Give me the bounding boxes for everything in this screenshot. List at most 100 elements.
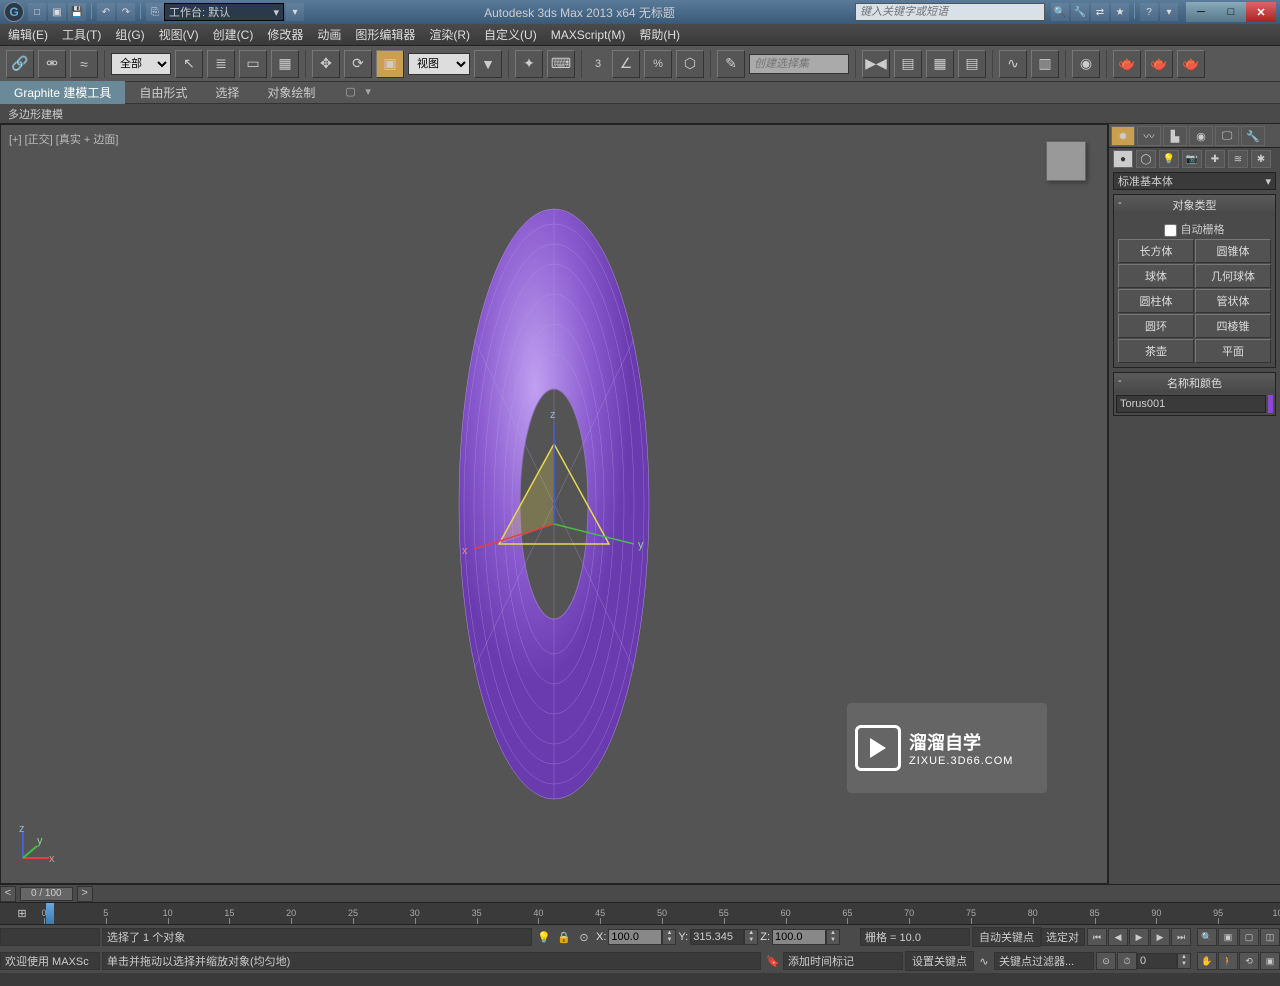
ref-coord-system[interactable]: 视图	[408, 53, 470, 75]
selected-key-label[interactable]: 选定对	[1041, 928, 1085, 946]
systems-icon[interactable]: ✱	[1251, 150, 1271, 168]
unlink-icon[interactable]: ⚮	[38, 50, 66, 78]
rollout-toggle-icon[interactable]: -	[1118, 375, 1122, 387]
object-name-input[interactable]	[1116, 395, 1266, 413]
cone-button[interactable]: 圆锥体	[1195, 239, 1271, 263]
modify-tab-icon[interactable]: 〰	[1137, 126, 1161, 146]
favorite-icon[interactable]: ★	[1111, 3, 1129, 21]
play-icon[interactable]: ▶	[1129, 928, 1149, 946]
mirror-icon[interactable]: ▶◀	[862, 50, 890, 78]
spacewarps-icon[interactable]: ≋	[1228, 150, 1248, 168]
rotate-icon[interactable]: ⟳	[344, 50, 372, 78]
edit-named-sets-icon[interactable]: ✎	[717, 50, 745, 78]
time-slider-handle[interactable]: 0 / 100	[20, 887, 73, 901]
workspace-more-icon[interactable]: ▾	[286, 3, 304, 21]
save-icon[interactable]: 💾	[68, 3, 86, 21]
nav-pan-icon[interactable]: ✋	[1197, 952, 1217, 970]
menu-tools[interactable]: 工具(T)	[62, 26, 101, 43]
nav-zoom-icon[interactable]: 🔍	[1197, 928, 1217, 946]
teapot-button[interactable]: 茶壶	[1118, 339, 1194, 363]
spinner-snap-icon[interactable]: ⬡	[676, 50, 704, 78]
lights-icon[interactable]: 💡	[1159, 150, 1179, 168]
select-object-icon[interactable]: ↖	[175, 50, 203, 78]
helpers-icon[interactable]: ✚	[1205, 150, 1225, 168]
menu-edit[interactable]: 编辑(E)	[8, 26, 48, 43]
next-frame-icon[interactable]: ▶	[1150, 928, 1170, 946]
select-by-name-icon[interactable]: ≣	[207, 50, 235, 78]
cameras-icon[interactable]: 📷	[1182, 150, 1202, 168]
search-input[interactable]	[855, 3, 1045, 21]
keyboard-shortcut-icon[interactable]: ⌨	[547, 50, 575, 78]
trackbar[interactable]: ⊞ 05101520253035404550556065707580859095…	[0, 902, 1280, 924]
key-filters-icon[interactable]: ∿	[974, 952, 994, 970]
display-tab-icon[interactable]: 🖵	[1215, 126, 1239, 146]
hierarchy-tab-icon[interactable]: ▙	[1163, 126, 1187, 146]
layer-manager-icon[interactable]: ▤	[958, 50, 986, 78]
nav-walk-icon[interactable]: 🚶	[1218, 952, 1238, 970]
viewport[interactable]: [+] [正交] [真实 + 边面]	[0, 124, 1108, 884]
goto-start-icon[interactable]: ⏮	[1087, 928, 1107, 946]
key-filters-button[interactable]: 关键点过滤器...	[994, 952, 1094, 970]
goto-end-icon[interactable]: ⏭	[1171, 928, 1191, 946]
color-swatch[interactable]	[1268, 395, 1273, 413]
wrench-icon[interactable]: 🔧	[1071, 3, 1089, 21]
trackbar-config-icon[interactable]: ⊞	[17, 907, 26, 920]
material-editor-icon[interactable]: ◉	[1072, 50, 1100, 78]
align-icon[interactable]: ▤	[894, 50, 922, 78]
scale-icon[interactable]: ▣	[376, 50, 404, 78]
bind-spacewarp-icon[interactable]: ≈	[70, 50, 98, 78]
schematic-view-icon[interactable]: ▥	[1031, 50, 1059, 78]
snap-toggle-icon[interactable]: 3	[588, 50, 608, 78]
ribbon-tab-graphite[interactable]: Graphite 建模工具	[0, 81, 125, 104]
undo-icon[interactable]: ↶	[97, 3, 115, 21]
autokey-button[interactable]: 自动关键点	[972, 927, 1041, 947]
binoculars-icon[interactable]: 🔍	[1051, 3, 1069, 21]
tube-button[interactable]: 管状体	[1195, 289, 1271, 313]
setkey-button[interactable]: 设置关键点	[905, 951, 974, 971]
menu-views[interactable]: 视图(V)	[159, 26, 199, 43]
window-close[interactable]: ✕	[1246, 2, 1276, 22]
exchange-icon[interactable]: ⇄	[1091, 3, 1109, 21]
menu-customize[interactable]: 自定义(U)	[484, 26, 537, 43]
time-slider-next[interactable]: >	[77, 886, 93, 902]
menu-maxscript[interactable]: MAXScript(M)	[551, 28, 626, 42]
open-icon[interactable]: ▣	[48, 3, 66, 21]
rect-region-icon[interactable]: ▭	[239, 50, 267, 78]
nav-fov-icon[interactable]: ◫	[1260, 928, 1280, 946]
render-setup-icon[interactable]: 🫖	[1113, 50, 1141, 78]
manipulate-icon[interactable]: ✦	[515, 50, 543, 78]
coord-z[interactable]	[772, 929, 826, 945]
selection-lock-icon[interactable]: 🔒	[554, 928, 574, 946]
pyramid-button[interactable]: 四棱锥	[1195, 314, 1271, 338]
lock-icon[interactable]: 💡	[534, 928, 554, 946]
ribbon-tab-paint[interactable]: 对象绘制	[253, 81, 329, 104]
window-minimize[interactable]: ─	[1186, 2, 1216, 22]
selection-filter[interactable]: 全部	[111, 53, 171, 75]
prev-frame-icon[interactable]: ◀	[1108, 928, 1128, 946]
key-mode-icon[interactable]: ⊙	[1096, 952, 1116, 970]
ribbon-tab-selection[interactable]: 选择	[201, 81, 253, 104]
ribbon-panel-polymodel[interactable]: 多边形建模	[0, 104, 1280, 124]
rendered-frame-icon[interactable]: 🫖	[1145, 50, 1173, 78]
coord-x[interactable]	[608, 929, 662, 945]
autogrid-checkbox[interactable]	[1164, 224, 1177, 237]
curve-editor-icon[interactable]: ∿	[999, 50, 1027, 78]
nav-zoom-extents-icon[interactable]: ▢	[1239, 928, 1259, 946]
app-icon[interactable]: G	[4, 2, 24, 22]
shapes-icon[interactable]: ◯	[1136, 150, 1156, 168]
layers-icon[interactable]: ▦	[926, 50, 954, 78]
pivot-center-icon[interactable]: ▼	[474, 50, 502, 78]
link-icon[interactable]: ⎘	[146, 3, 164, 21]
box-button[interactable]: 长方体	[1118, 239, 1194, 263]
ribbon-dropdown-icon[interactable]: ▾	[365, 85, 381, 101]
category-dropdown[interactable]: 标准基本体▾	[1113, 172, 1276, 190]
geosphere-button[interactable]: 几何球体	[1195, 264, 1271, 288]
sphere-button[interactable]: 球体	[1118, 264, 1194, 288]
window-crossing-icon[interactable]: ▦	[271, 50, 299, 78]
viewport-label[interactable]: [+] [正交] [真实 + 边面]	[9, 131, 118, 147]
torus-button[interactable]: 圆环	[1118, 314, 1194, 338]
plane-button[interactable]: 平面	[1195, 339, 1271, 363]
menu-animation[interactable]: 动画	[317, 26, 341, 43]
angle-snap-icon[interactable]: ∠	[612, 50, 640, 78]
named-selection-set[interactable]	[749, 54, 849, 74]
